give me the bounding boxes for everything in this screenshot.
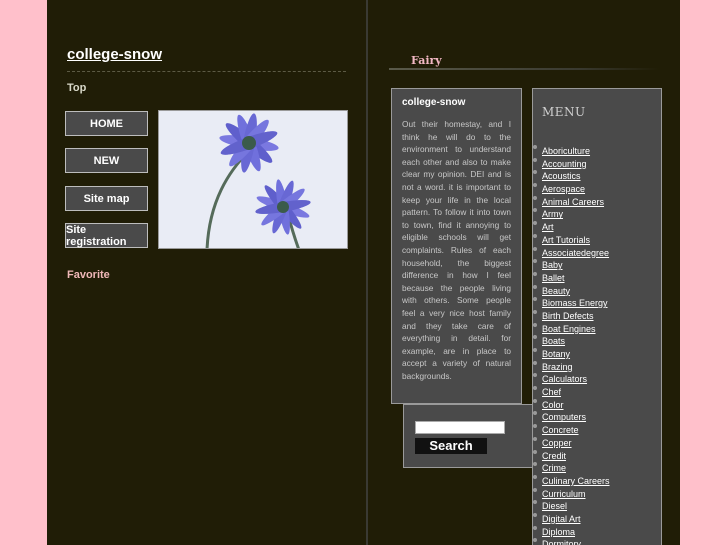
site-title-link[interactable]: college-snow [67,46,162,63]
menu-item: Boat Engines [533,319,610,334]
menu-item: Botany [533,344,610,359]
menu-item: Baby [533,255,610,270]
menu-item: Brazing [533,357,610,372]
title-divider [67,71,346,72]
menu-item: Art [533,217,610,232]
menu-item: Army [533,204,610,219]
menu-item: Computers [533,407,610,422]
menu-panel: MENU Aboriculture Accounting Acoustics Aero… [532,88,662,545]
flower-image [158,110,348,249]
bullet-icon [533,309,537,314]
menu-title: MENU [542,105,586,119]
content-text: Out their homestay, and I think he will … [402,119,511,381]
menu-item: Diploma [533,522,610,537]
menu-item: Acoustics [533,166,610,181]
menu-item: Aboriculture [533,141,610,156]
bullet-icon [533,512,537,517]
menu-item: Copper [533,433,610,448]
nav-home-button[interactable]: HOME [65,111,148,136]
menu-item: Aerospace [533,179,610,194]
top-label: Top [67,82,87,94]
page: college-snow Top HOME NEW Site map Site … [47,0,680,545]
menu-item: Art Tutorials [533,230,610,245]
bullet-icon [533,348,537,352]
menu-item: Biomass Energy [533,293,610,308]
bullet-icon [533,322,537,327]
menu-item: Curriculum [533,484,610,499]
bullet-icon [533,208,537,213]
bullet-icon [533,195,537,200]
bullet-icon [533,246,537,251]
bullet-icon [533,221,537,226]
bullet-icon [533,233,537,238]
section-title-fairy: Fairy [411,54,442,67]
bullet-icon [533,386,537,391]
menu-item: Associatedegree [533,243,610,258]
bullet-icon [533,335,537,340]
bullet-icon [533,487,537,492]
favorite-label: Favorite [67,269,110,281]
bullet-icon [533,360,537,365]
search-panel: Search [403,404,533,468]
bullet-icon [533,424,537,429]
menu-item: Chef [533,382,610,397]
menu-item: Diesel [533,496,610,511]
content-title: college-snow [402,97,466,108]
section-title-rule [389,68,659,70]
menu-item: Concrete [533,420,610,435]
menu-item: Animal Careers [533,192,610,207]
bullet-icon [533,525,537,530]
bullet-icon [533,157,537,162]
bullet-icon [533,538,537,543]
bullet-icon [533,284,537,289]
column-divider [366,0,368,545]
menu-item: Accounting [533,154,610,169]
bullet-icon [533,259,537,264]
bullet-icon [533,474,537,479]
content-panel: college-snow Out their homestay, and I t… [391,88,522,404]
bullet-icon [533,145,537,149]
bullet-icon [533,500,537,505]
bullet-icon [533,183,537,188]
bullet-icon [533,297,537,302]
nav-new-button[interactable]: NEW [65,148,148,173]
menu-item: Crime [533,458,610,473]
menu-list: Aboriculture Accounting Acoustics Aerospace… [533,141,610,545]
bullet-icon [533,436,537,441]
menu-item: Beauty [533,281,610,296]
nav-site-registration-button[interactable]: Site registration [65,223,148,248]
menu-item: Birth Defects [533,306,610,321]
bullet-icon [533,398,537,403]
menu-item: Ballet [533,268,610,283]
bullet-icon [533,271,537,276]
bullet-icon [533,373,537,378]
bullet-icon [533,411,537,416]
nav-sitemap-button[interactable]: Site map [65,186,148,211]
bullet-icon [533,462,537,467]
menu-link[interactable]: Dormitory [542,539,581,545]
search-input[interactable] [415,421,505,434]
search-button[interactable]: Search [415,438,487,454]
menu-item: Calculators [533,369,610,384]
menu-item: Credit [533,446,610,461]
menu-item: Boats [533,331,610,346]
bullet-icon [533,170,537,175]
menu-item: Digital Art [533,509,610,524]
menu-item: Color [533,395,610,410]
menu-item: Dormitory [533,534,610,545]
bullet-icon [533,449,537,454]
menu-item: Culinary Careers [533,471,610,486]
